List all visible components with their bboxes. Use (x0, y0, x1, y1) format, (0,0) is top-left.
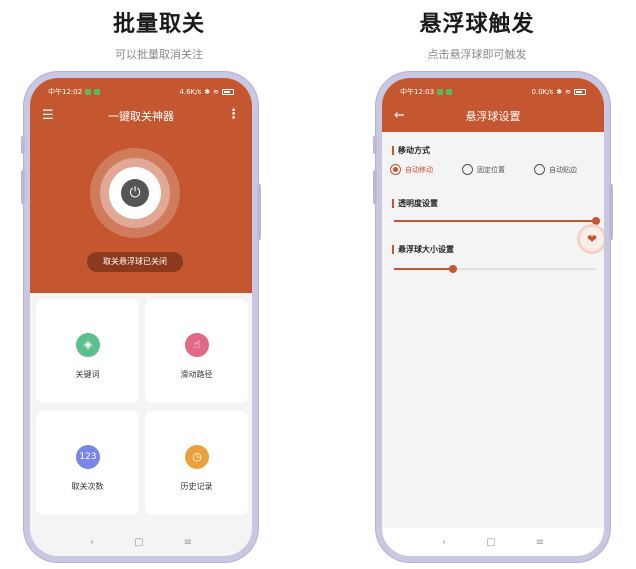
nav-back-icon[interactable]: ‹ (90, 537, 94, 548)
wifi-icon: ≋ (213, 88, 219, 96)
network-speed: 0.0K/s (531, 88, 554, 96)
app-title: 悬浮球设置 (465, 110, 521, 123)
opacity-slider-fill (394, 220, 596, 222)
power-button[interactable]: ⏻ (121, 179, 149, 207)
app-title: 一键取关神器 (108, 110, 174, 123)
phone-side-button (609, 184, 613, 240)
notification-icon (437, 89, 444, 95)
right-panel-title: 悬浮球触发 (419, 12, 535, 37)
radio-auto-move[interactable]: 自动移动 (390, 164, 433, 175)
nav-recents-icon[interactable]: ≡ (536, 537, 544, 548)
radio-circle (390, 164, 401, 175)
header-area: 中午12:03 0.0K/s ✱ ≋ ← 悬浮球设置 (382, 78, 604, 132)
wifi-icon: ≋ (565, 88, 571, 96)
opacity-slider[interactable] (394, 217, 600, 225)
left-phone: 中午12:02 4.6K/s ✱ ≋ ☰ 一键取关神器 ⋮ ⏻ 取关悬浮球已关闭… (21, 72, 261, 562)
phone-side-button (373, 170, 377, 204)
left-screen: 中午12:02 4.6K/s ✱ ≋ ☰ 一键取关神器 ⋮ ⏻ 取关悬浮球已关闭… (30, 78, 252, 556)
settings-content (382, 132, 604, 528)
back-arrow-icon[interactable]: ← (394, 108, 405, 124)
size-slider[interactable] (394, 265, 596, 273)
card-label: 关键词 (75, 370, 100, 379)
feature-grid: ◈ 关键词 ☝ 滑动路径 123 取关次数 ◷ 历史记录 (30, 293, 252, 533)
nav-back-icon[interactable]: ‹ (442, 537, 446, 548)
system-nav-bar: ‹ ▢ ≡ (382, 528, 604, 556)
left-panel-title: 批量取关 (112, 12, 205, 37)
nav-recents-icon[interactable]: ≡ (184, 537, 192, 548)
bluetooth-icon: ✱ (556, 88, 563, 96)
size-slider-fill (394, 268, 453, 270)
battery-icon (222, 89, 234, 95)
left-panel-header: 批量取关 可以批量取消关注 (0, 10, 318, 62)
counter-icon: 123 (76, 445, 100, 469)
card-history[interactable]: ◷ 历史记录 (145, 411, 248, 515)
clock-icon: ◷ (185, 445, 209, 469)
hero-area: 中午12:02 4.6K/s ✱ ≋ ☰ 一键取关神器 ⋮ ⏻ 取关悬浮球已关闭 (30, 78, 252, 293)
radio-label: 固定位置 (477, 165, 505, 174)
radio-label: 自动移动 (405, 165, 433, 174)
status-bar: 中午12:03 0.0K/s ✱ ≋ (382, 78, 604, 100)
status-time: 中午12:02 (48, 88, 83, 96)
system-nav-bar: ‹ ▢ ≡ (30, 528, 252, 556)
power-icon: ⏻ (129, 185, 141, 201)
card-unfollow-count[interactable]: 123 取关次数 (36, 411, 139, 515)
more-vert-icon[interactable]: ⋮ (227, 107, 240, 123)
float-ball[interactable]: ❤ (577, 224, 604, 254)
opacity-label: 透明度设置 (392, 198, 438, 209)
card-keyword[interactable]: ◈ 关键词 (36, 299, 139, 403)
right-screen: 中午12:03 0.0K/s ✱ ≋ ← 悬浮球设置 移动方式 自动移动 固定位… (382, 78, 604, 556)
card-swipe-path[interactable]: ☝ 滑动路径 (145, 299, 248, 403)
heart-icon: ❤ (586, 232, 598, 246)
radio-label: 自动贴边 (549, 165, 577, 174)
app-bar: ☰ 一键取关神器 ⋮ (30, 100, 252, 132)
status-time: 中午12:03 (400, 88, 435, 96)
right-phone: 中午12:03 0.0K/s ✱ ≋ ← 悬浮球设置 移动方式 自动移动 固定位… (373, 72, 613, 562)
card-label: 历史记录 (180, 482, 213, 491)
phone-side-button (257, 184, 261, 240)
battery-icon (574, 89, 586, 95)
right-panel-subtitle: 点击悬浮球即可触发 (427, 48, 527, 61)
network-speed: 4.6K/s (179, 88, 202, 96)
notification-icon (85, 89, 92, 95)
right-panel-header: 悬浮球触发 点击悬浮球即可触发 (318, 10, 636, 62)
status-bar: 中午12:02 4.6K/s ✱ ≋ (30, 78, 252, 100)
phone-side-button (21, 136, 25, 154)
radio-auto-edge[interactable]: 自动贴边 (534, 164, 577, 175)
radio-fixed-position[interactable]: 固定位置 (462, 164, 505, 175)
swipe-icon: ☝ (185, 333, 209, 357)
app-bar: ← 悬浮球设置 (382, 100, 604, 132)
notification-icon (94, 89, 101, 95)
bluetooth-icon: ✱ (204, 88, 211, 96)
card-label: 取关次数 (71, 482, 104, 491)
phone-side-button (373, 136, 377, 154)
float-ball-status-button[interactable]: 取关悬浮球已关闭 (87, 252, 183, 272)
nav-home-icon[interactable]: ▢ (486, 537, 495, 548)
left-panel-subtitle: 可以批量取消关注 (115, 48, 203, 61)
notification-icon (446, 89, 453, 95)
nav-home-icon[interactable]: ▢ (134, 537, 143, 548)
move-mode-label: 移动方式 (392, 145, 430, 156)
ball-size-label: 悬浮球大小设置 (392, 244, 454, 255)
radio-circle (462, 164, 473, 175)
keyword-icon: ◈ (76, 333, 100, 357)
card-label: 滑动路径 (180, 370, 213, 379)
size-slider-thumb[interactable] (448, 265, 457, 273)
phone-side-button (21, 170, 25, 204)
radio-circle (534, 164, 545, 175)
menu-icon[interactable]: ☰ (42, 108, 54, 124)
